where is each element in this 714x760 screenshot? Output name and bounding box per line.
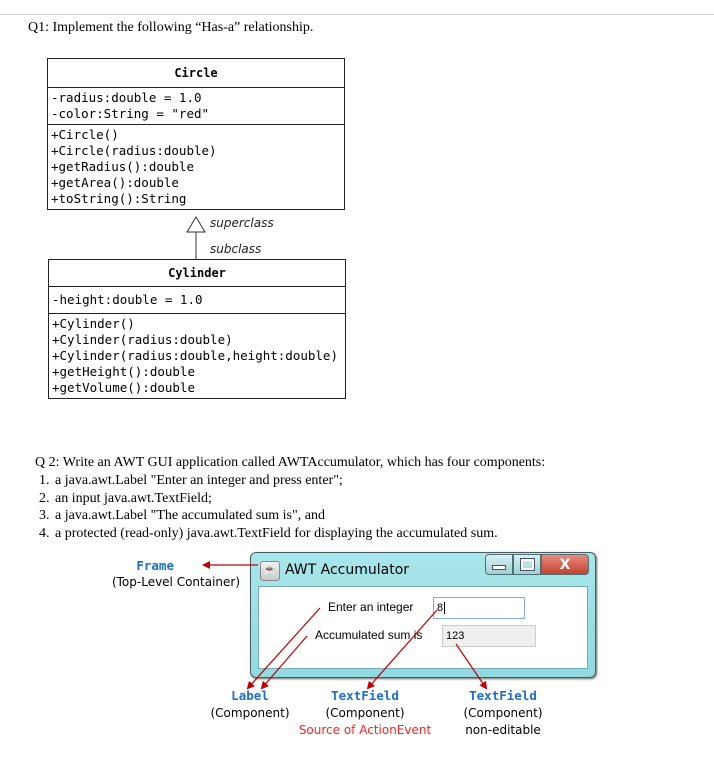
input-textfield[interactable]: 8 (433, 597, 525, 619)
uml-class-circle: Circle -radius:double = 1.0 -color:String… (47, 58, 345, 210)
list-item: an input java.awt.TextField; (53, 490, 545, 508)
textfield-desc: (Component) (325, 706, 405, 720)
inheritance-arrow (186, 216, 206, 259)
uml-attribute: -radius:double = 1.0 (51, 90, 202, 105)
textfield-output-annotation: TextField (Component) non-editable (455, 688, 551, 737)
label-enter-integer: Enter an integer (328, 600, 414, 614)
maximize-button[interactable] (513, 554, 541, 575)
list-item: a protected (read-only) java.awt.TextFie… (53, 525, 545, 543)
uml-class-name: Circle (48, 59, 344, 88)
uml-class-cylinder: Cylinder -height:double = 1.0 +Cylinder(… (48, 259, 346, 399)
uml-method: +getRadius():double (51, 159, 194, 174)
uml-method: +Circle(radius:double) (51, 143, 217, 158)
page-divider (0, 14, 714, 15)
close-button[interactable]: X (541, 554, 589, 575)
java-cup-icon: ☕ (260, 561, 280, 581)
subclass-label: subclass (210, 242, 262, 256)
label-accumulated-sum: Accumulated sum is (315, 628, 423, 642)
uml-attribute: -height:double = 1.0 (52, 292, 203, 307)
textfield-input-annotation: TextField (Component) Source of ActionEv… (290, 688, 440, 737)
uml-attributes: -height:double = 1.0 (49, 287, 345, 313)
action-event-note: Source of ActionEvent (298, 723, 432, 737)
textfield-code: TextField (469, 688, 537, 703)
input-value: 8 (437, 602, 444, 614)
uml-method: +getVolume():double (52, 380, 195, 395)
frame-desc: (Top-Level Container) (111, 575, 241, 589)
uml-method: +Cylinder(radius:double,height:double) (52, 348, 338, 363)
close-icon: X (559, 556, 571, 573)
label-annotation: Label (Component) (205, 688, 295, 720)
uml-attributes: -radius:double = 1.0 -color:String = "red… (48, 88, 344, 124)
window-client-area: Enter an integer 8 Accumulated sum is 12… (258, 586, 588, 669)
list-item: a java.awt.Label "The accumulated sum is… (53, 507, 545, 525)
text-cursor (444, 602, 446, 615)
non-editable-note: non-editable (465, 723, 541, 737)
label-desc: (Component) (210, 706, 290, 720)
sum-textfield: 123 (442, 625, 536, 647)
uml-method: +Cylinder(radius:double) (52, 332, 233, 347)
uml-method: +getHeight():double (52, 364, 195, 379)
q1-heading: Q1: Implement the following “Has-a” rela… (28, 20, 314, 35)
frame-code-label: Frame (136, 558, 174, 573)
inheritance-triangle-icon (186, 216, 206, 233)
uml-class-name: Cylinder (49, 260, 345, 287)
window-title: AWT Accumulator (285, 562, 410, 578)
q2-section: Q 2: Write an AWT GUI application called… (35, 454, 545, 542)
awt-accumulator-window: ☕ AWT Accumulator X Enter an integer 8 A… (250, 552, 596, 678)
uml-method: +getArea():double (51, 175, 179, 190)
uml-method: +Cylinder() (52, 316, 135, 331)
uml-methods: +Cylinder() +Cylinder(radius:double) +Cyli… (49, 313, 345, 398)
q2-heading: Q 2: Write an AWT GUI application called… (35, 455, 546, 470)
label-code: Label (231, 688, 269, 703)
minimize-button[interactable] (485, 554, 513, 575)
minimize-icon (492, 565, 506, 570)
window-controls: X (485, 554, 589, 575)
list-item: a java.awt.Label "Enter an integer and p… (53, 472, 545, 490)
frame-annotation: Frame (Top-Level Container) (110, 558, 242, 589)
uml-method: +toString():String (51, 191, 187, 206)
superclass-label: superclass (210, 216, 274, 230)
textfield-desc: (Component) (463, 706, 543, 720)
textfield-code: TextField (331, 688, 399, 703)
uml-methods: +Circle() +Circle(radius:double) +getRadiu… (48, 124, 344, 209)
uml-method: +Circle() (51, 127, 119, 142)
q2-component-list: a java.awt.Label "Enter an integer and p… (35, 472, 545, 542)
uml-attribute: -color:String = "red" (51, 106, 210, 121)
maximize-icon (519, 558, 535, 571)
